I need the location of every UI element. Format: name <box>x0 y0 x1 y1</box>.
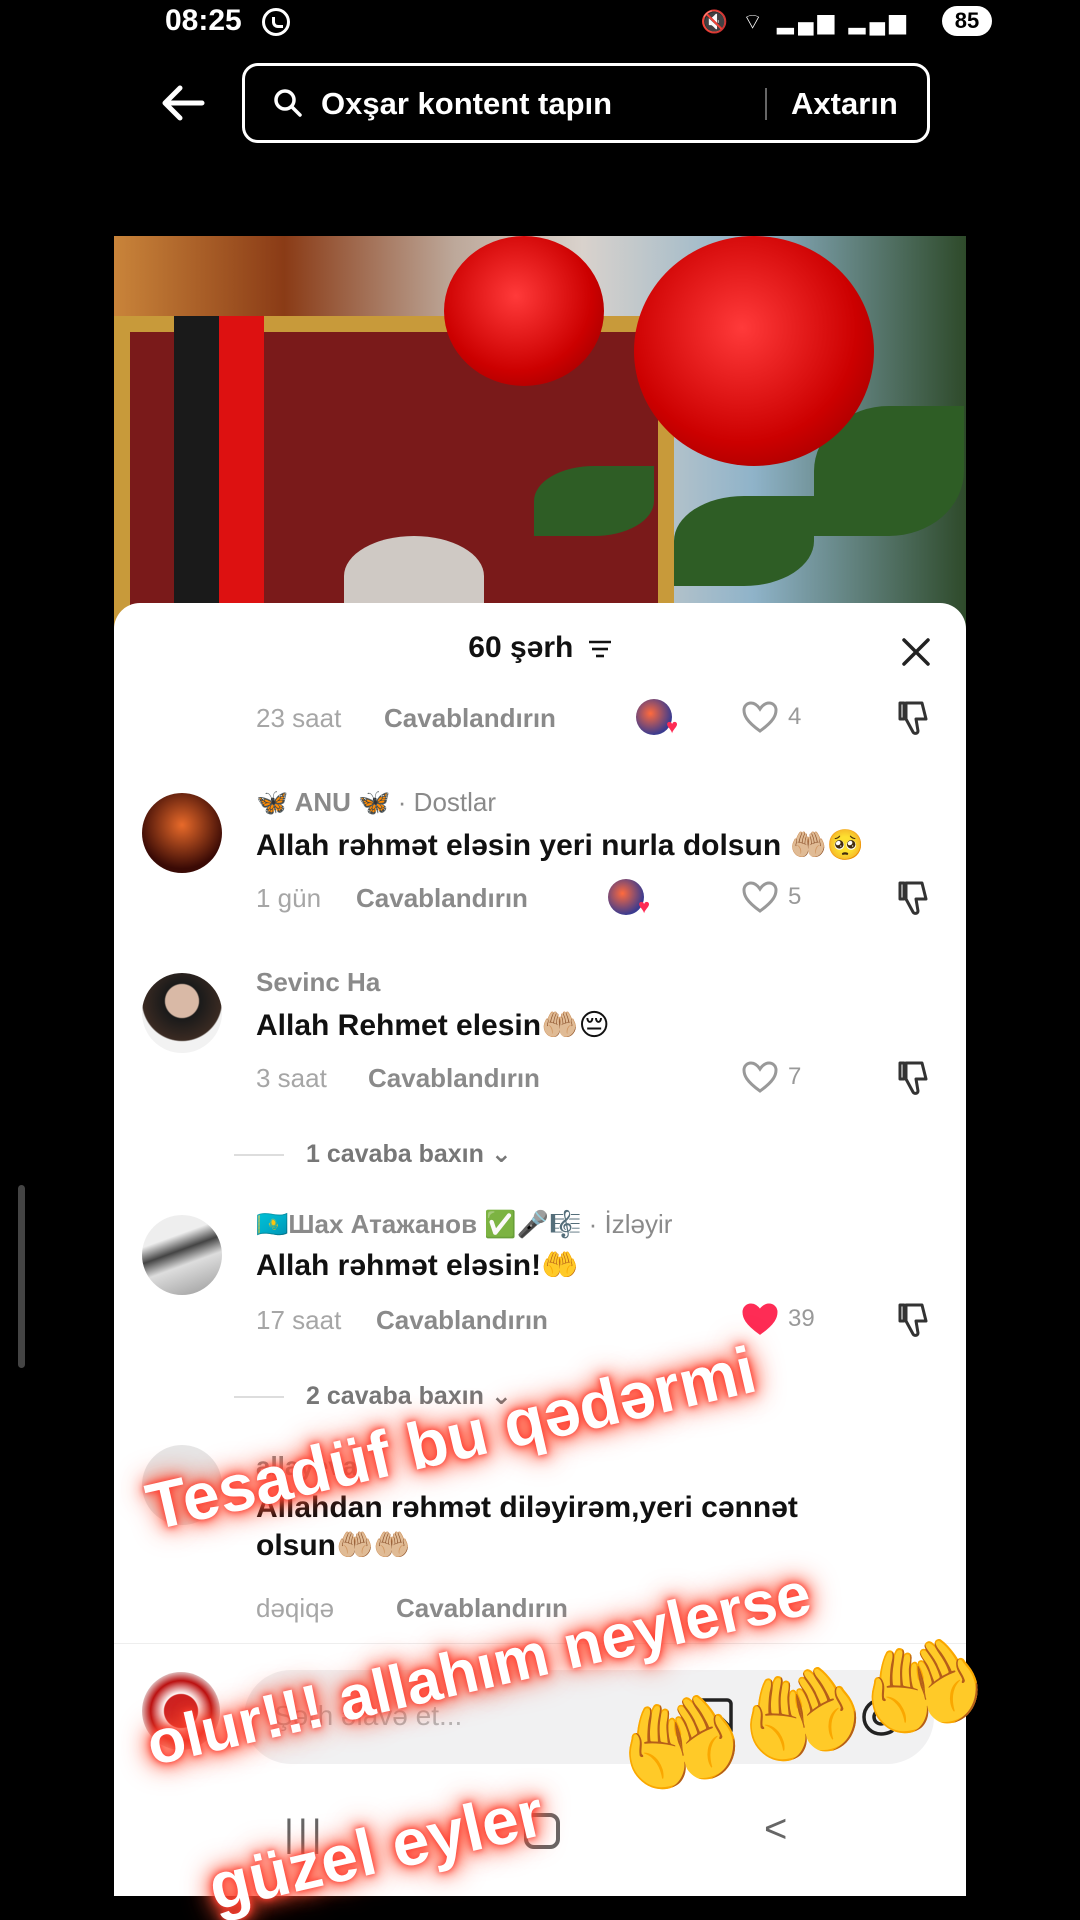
heart-icon <box>742 881 778 913</box>
whatsapp-notification-icon <box>262 8 290 36</box>
comment-username[interactable]: 🇰🇿Шах Атажанов ✅🎤🎼 · İzləyir <box>256 1209 672 1240</box>
relationship-tag: · Dostlar <box>390 787 497 817</box>
search-input[interactable]: Oxşar kontent tapın <box>321 86 612 122</box>
username-text: Sevinc Ha <box>256 967 381 997</box>
caption-line-1: Tesadüf bu qədərmi <box>139 1331 763 1545</box>
status-time: 08:25 <box>165 4 242 37</box>
comment-username[interactable]: Sevinc Ha <box>256 967 380 998</box>
rose <box>634 236 874 466</box>
sort-icon[interactable] <box>588 640 612 658</box>
dislike-icon[interactable] <box>896 1059 934 1097</box>
relationship-tag: · İzləyir <box>581 1209 673 1239</box>
close-icon[interactable] <box>901 637 931 667</box>
dislike-icon[interactable] <box>896 699 934 737</box>
search-divider <box>765 88 767 120</box>
username-text: 🇰🇿Шах Атажанов ✅🎤🎼 <box>256 1209 582 1239</box>
caption-overlay: Tesadüf bu qədərmi olur!!! allahım neyle… <box>139 1240 1040 1920</box>
comment-text: Allah rəhmət eləsin yeri nurla dolsun 🤲🏼… <box>256 829 865 862</box>
comment-meta: 23 saat Cavablandırın 4 <box>256 699 936 739</box>
comment-time: 23 saat <box>256 703 342 733</box>
comment-meta: 1 gün Cavablandırın 5 <box>256 879 936 919</box>
heart-icon <box>742 701 778 733</box>
comments-count: 60 şərh <box>468 631 574 664</box>
rose <box>444 236 604 386</box>
reply-button[interactable]: Cavablandırın <box>368 1063 540 1094</box>
creator-liked-badge <box>636 699 678 739</box>
reply-button[interactable]: Cavablandırın <box>384 703 556 734</box>
view-replies-label: 1 cavaba baxın <box>306 1140 484 1168</box>
comment-username[interactable]: 🦋 ANU 🦋 · Dostlar <box>256 787 496 818</box>
caption-line-3: güzel eyler <box>201 1775 551 1920</box>
comment-time: 3 saat <box>256 1063 327 1093</box>
signal-wifi-icons: 🔇 ⌔ ▂▄▆ ▂▄▆ <box>700 9 910 34</box>
like-count: 4 <box>788 703 802 730</box>
comment-meta: 3 saat Cavablandırın 7 <box>256 1059 936 1099</box>
like-count: 7 <box>788 1063 802 1090</box>
search-icon <box>274 89 302 117</box>
dislike-icon[interactable] <box>896 879 934 917</box>
comment-text: Allah Rehmet elesin🤲🏼😔 <box>256 1009 610 1042</box>
search-button[interactable]: Axtarın <box>791 86 898 122</box>
search-bar[interactable]: Oxşar kontent tapın Axtarın <box>242 63 930 143</box>
battery-indicator: 85 <box>942 6 992 36</box>
heart-icon <box>742 1061 778 1093</box>
like-count: 5 <box>788 883 802 910</box>
leaf <box>674 496 814 586</box>
comments-header: 60 şərh <box>114 631 966 665</box>
reply-button[interactable]: Cavablandırın <box>356 883 528 914</box>
edge-panel-handle[interactable] <box>18 1185 25 1368</box>
like-button[interactable]: 7 <box>742 1059 812 1099</box>
avatar[interactable] <box>142 793 222 873</box>
creator-liked-badge <box>608 879 650 919</box>
view-replies-button[interactable]: 1 cavaba baxın ⌄ <box>234 1139 512 1169</box>
chevron-down-icon: ⌄ <box>490 1140 512 1168</box>
comment-time: 1 gün <box>256 883 322 913</box>
back-arrow-icon[interactable] <box>158 78 208 128</box>
leaf <box>534 466 654 536</box>
status-bar: 08:25 🔇 ⌔ ▂▄▆ ▂▄▆ 85 <box>0 0 1080 46</box>
avatar[interactable] <box>142 973 222 1053</box>
username-text: 🦋 ANU 🦋 <box>256 787 391 817</box>
divider-line <box>234 1154 284 1157</box>
like-button[interactable]: 5 <box>742 879 812 919</box>
like-button[interactable]: 4 <box>742 699 812 739</box>
